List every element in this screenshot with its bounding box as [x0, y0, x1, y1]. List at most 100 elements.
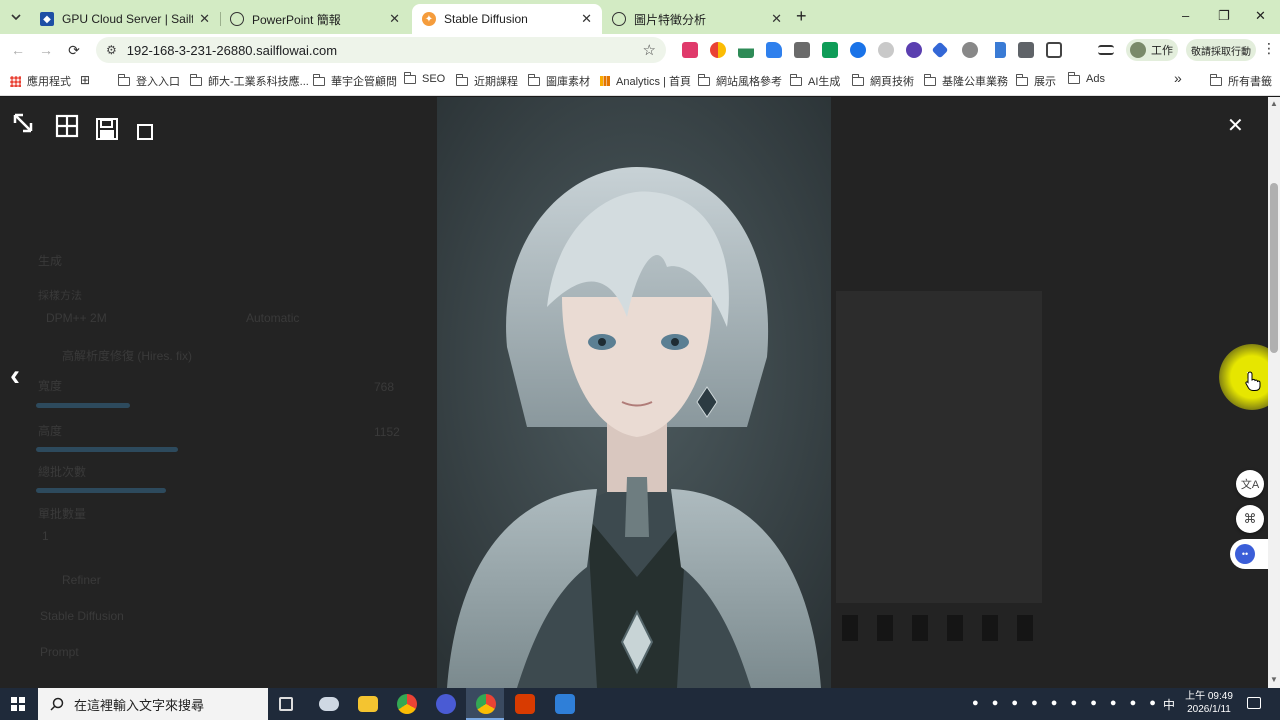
bookmark-folder[interactable]: Ads: [1068, 71, 1105, 85]
extension-icon[interactable]: [878, 42, 894, 58]
ghost-text: DPM++ 2M: [46, 311, 107, 325]
clock[interactable]: 上午 09:49 2026/1/11: [1185, 690, 1233, 716]
tab-stable-diffusion[interactable]: ✦ Stable Diffusion ✕: [412, 4, 602, 34]
bookmark-folder[interactable]: SEO: [404, 71, 445, 85]
tray-icons[interactable]: ● ● ● ● ● ● ● ● ● ●: [972, 697, 1161, 709]
chat-app-icon[interactable]: [436, 694, 456, 714]
bookmark-apps[interactable]: 應用程式: [10, 73, 71, 89]
tab-image-analysis[interactable]: 圖片特徵分析 ✕: [602, 4, 792, 34]
minimize-button[interactable]: –: [1182, 8, 1189, 23]
previous-image-button[interactable]: ‹: [10, 359, 20, 393]
toggle-zoom-button[interactable]: [137, 124, 153, 145]
back-button[interactable]: ←: [8, 40, 28, 60]
chrome-icon[interactable]: [397, 694, 417, 714]
extension-icon[interactable]: [794, 42, 810, 58]
extension-icon[interactable]: [710, 42, 726, 58]
puzzle-icon[interactable]: [1046, 42, 1062, 58]
restore-button[interactable]: ❐: [1218, 8, 1230, 24]
close-tab-icon[interactable]: ✕: [771, 11, 782, 27]
shortcut-button[interactable]: ⌘: [1236, 505, 1264, 533]
globe-icon: [230, 12, 244, 26]
folder-icon: [852, 73, 864, 86]
extension-icon[interactable]: [906, 42, 922, 58]
bookmark-folder[interactable]: 網頁技術: [852, 73, 914, 89]
reload-button[interactable]: ⟳: [64, 40, 84, 60]
all-bookmarks-folder[interactable]: 所有書籤: [1210, 73, 1272, 89]
menu-kebab-icon[interactable]: ⋮: [1262, 40, 1276, 57]
weather-cloud-icon[interactable]: [319, 697, 339, 711]
bookmark-label: Analytics | 首頁: [616, 76, 691, 88]
address-bar[interactable]: ⚙ 192-168-3-231-26880.sailflowai.com ☆: [96, 37, 666, 63]
task-view-icon[interactable]: [279, 697, 293, 711]
folder-icon: [118, 73, 130, 86]
bookmark-label: 華宇企管顧問: [331, 76, 397, 88]
bookmark-label: 網頁技術: [870, 76, 914, 88]
generated-image[interactable]: [437, 97, 831, 688]
bookmark-folder[interactable]: 登入入口: [118, 73, 180, 89]
bookmark-folder[interactable]: AI生成: [790, 73, 840, 89]
toggle-fullscreen-button[interactable]: [12, 112, 34, 139]
close-window-button[interactable]: ✕: [1255, 8, 1266, 24]
start-button[interactable]: [11, 697, 25, 716]
new-tab-button[interactable]: +: [796, 6, 807, 27]
tab-search-button[interactable]: [6, 8, 26, 26]
scroll-down-arrow-icon[interactable]: ▼: [1270, 675, 1278, 684]
bookmark-folder[interactable]: 網站風格參考: [698, 73, 782, 89]
chrome-work-profile-icon[interactable]: [476, 694, 496, 714]
tab-groups-icon[interactable]: ⊞: [80, 73, 90, 87]
save-image-button[interactable]: [95, 117, 119, 146]
tab-gpu-cloud[interactable]: ◆ GPU Cloud Server | Sailflow AI ✕: [30, 4, 221, 34]
bookmark-analytics[interactable]: Analytics | 首頁: [600, 73, 691, 89]
extension-icon[interactable]: [682, 42, 698, 58]
tile-view-button[interactable]: [55, 114, 79, 143]
profile-chip[interactable]: 工作: [1126, 39, 1178, 61]
media-control-icon[interactable]: [1098, 45, 1114, 55]
lightbox-overlay[interactable]: 生成 採樣方法 DPM++ 2M Automatic 高解析度修復 (Hires…: [0, 97, 1268, 688]
close-tab-icon[interactable]: ✕: [389, 11, 400, 27]
bookmark-folder[interactable]: 圖庫素材: [528, 73, 590, 89]
portrait-illustration: [437, 97, 831, 688]
bookmark-label: 應用程式: [27, 76, 71, 88]
page-scrollbar[interactable]: ▲ ▼: [1268, 97, 1280, 688]
extension-icon[interactable]: [850, 42, 866, 58]
extension-icon[interactable]: [738, 42, 754, 58]
close-tab-icon[interactable]: ✕: [199, 11, 210, 27]
bookmarks-overflow-button[interactable]: »: [1174, 70, 1182, 86]
hand-cursor-icon: [1245, 371, 1261, 391]
bookmark-folder[interactable]: 展示: [1016, 73, 1056, 89]
tab-powerpoint[interactable]: PowerPoint 簡報 ✕: [220, 4, 410, 34]
ime-indicator[interactable]: 中: [1163, 696, 1175, 713]
office-app-icon[interactable]: [515, 694, 535, 714]
forward-button[interactable]: →: [36, 40, 56, 60]
bookmark-folder[interactable]: 華宇企管顧問: [313, 73, 397, 89]
taskbar-search-box[interactable]: 在這裡輸入文字來搜尋: [38, 688, 268, 720]
notification-icon[interactable]: [1247, 697, 1261, 709]
bookmark-label: 基隆公車業務: [942, 76, 1008, 88]
extension-icon[interactable]: [1018, 42, 1034, 58]
file-explorer-icon[interactable]: [358, 696, 378, 712]
bookmark-folder[interactable]: 師大-工業系科技應...: [190, 73, 309, 89]
action-button[interactable]: 敬請採取行動: [1186, 39, 1256, 61]
scroll-up-arrow-icon[interactable]: ▲: [1270, 99, 1278, 108]
ghost-text: 高解析度修復 (Hires. fix): [62, 349, 192, 363]
extension-icon[interactable]: [822, 42, 838, 58]
folder-icon: [790, 73, 802, 86]
ghost-text: 採樣方法: [38, 290, 82, 302]
close-tab-icon[interactable]: ✕: [581, 11, 592, 27]
extension-icon[interactable]: [962, 42, 978, 58]
close-lightbox-button[interactable]: ✕: [1227, 113, 1244, 138]
image-editor-icon[interactable]: [555, 694, 575, 714]
clock-date: 2026/1/11: [1187, 704, 1231, 715]
bookmark-folder[interactable]: 基隆公車業務: [924, 73, 1008, 89]
extension-icon[interactable]: [766, 42, 782, 58]
ghost-text: 單批數量: [38, 507, 87, 521]
scrollbar-thumb[interactable]: [1270, 183, 1278, 353]
extension-icon[interactable]: [931, 41, 949, 59]
bookmark-folder[interactable]: 近期課程: [456, 73, 518, 89]
assistant-button[interactable]: ••: [1230, 539, 1268, 569]
folder-icon: [404, 71, 416, 84]
site-settings-icon[interactable]: ⚙: [106, 43, 117, 57]
bookmark-star-icon[interactable]: ☆: [643, 41, 656, 59]
extension-icon[interactable]: [990, 42, 1006, 58]
translate-button[interactable]: 文A: [1236, 470, 1264, 498]
